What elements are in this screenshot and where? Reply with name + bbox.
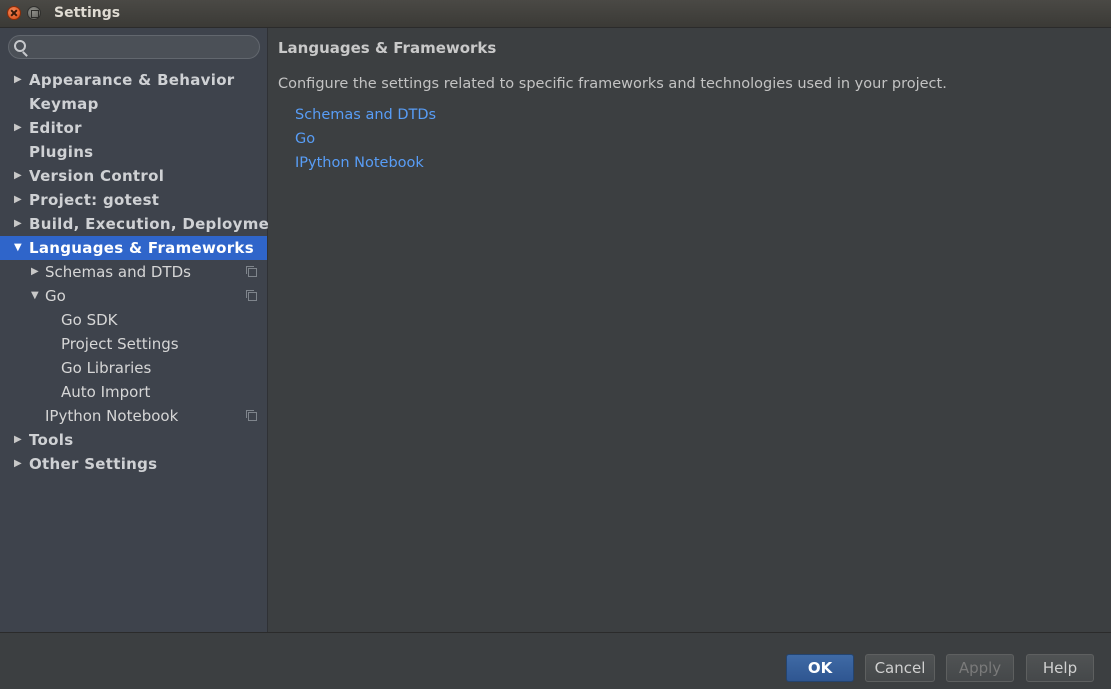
link-go[interactable]: Go xyxy=(295,131,315,147)
chevron-down-icon[interactable]: ▼ xyxy=(14,236,22,260)
sidebar-item-keymap[interactable]: Keymap xyxy=(0,92,267,116)
sidebar-item-go-sdk[interactable]: Go SDK xyxy=(0,308,267,332)
ok-button[interactable]: OK xyxy=(786,654,854,682)
help-button[interactable]: Help xyxy=(1026,654,1094,682)
chevron-right-icon[interactable]: ▶ xyxy=(14,164,22,188)
chevron-right-icon[interactable]: ▶ xyxy=(14,428,22,452)
chevron-right-icon[interactable]: ▶ xyxy=(14,68,22,92)
close-window-button[interactable] xyxy=(7,6,21,20)
settings-sidebar: ▶ Appearance & Behavior Keymap ▶ Editor … xyxy=(0,28,287,632)
sidebar-item-project-settings[interactable]: Project Settings xyxy=(0,332,267,356)
maximize-window-button[interactable] xyxy=(27,6,41,20)
window-title: Settings xyxy=(54,5,121,21)
sidebar-item-plugins[interactable]: Plugins xyxy=(0,140,267,164)
search-field[interactable] xyxy=(8,35,260,59)
sidebar-item-go-libraries[interactable]: Go Libraries xyxy=(0,356,267,380)
sidebar-item-auto-import[interactable]: Auto Import xyxy=(0,380,267,404)
page-title: Languages & Frameworks xyxy=(278,39,497,57)
chevron-down-icon[interactable]: ▼ xyxy=(31,284,39,308)
chevron-right-icon[interactable]: ▶ xyxy=(31,260,39,284)
chevron-right-icon[interactable]: ▶ xyxy=(14,188,22,212)
link-ipython-notebook[interactable]: IPython Notebook xyxy=(295,155,424,171)
cancel-button[interactable]: Cancel xyxy=(865,654,935,682)
dialog-button-bar: OK Cancel Apply Help xyxy=(0,632,1111,689)
project-settings-icon xyxy=(246,410,257,421)
search-icon xyxy=(14,40,26,52)
chevron-right-icon[interactable]: ▶ xyxy=(14,452,22,476)
sidebar-item-version-control[interactable]: ▶ Version Control xyxy=(0,164,267,188)
sidebar-item-languages-frameworks[interactable]: ▼ Languages & Frameworks xyxy=(0,236,267,260)
sidebar-item-build-execution-deployment[interactable]: ▶ Build, Execution, Deployment xyxy=(0,212,287,236)
title-bar: Settings xyxy=(0,0,1111,28)
sidebar-item-tools[interactable]: ▶ Tools xyxy=(0,428,267,452)
sidebar-item-other-settings[interactable]: ▶ Other Settings xyxy=(0,452,267,476)
sidebar-item-schemas-dtds[interactable]: ▶ Schemas and DTDs xyxy=(0,260,267,284)
project-settings-icon xyxy=(246,290,257,301)
sidebar-item-editor[interactable]: ▶ Editor xyxy=(0,116,267,140)
apply-button[interactable]: Apply xyxy=(946,654,1014,682)
sidebar-item-ipython-notebook[interactable]: IPython Notebook xyxy=(0,404,267,428)
sidebar-item-project[interactable]: ▶ Project: gotest xyxy=(0,188,267,212)
sidebar-item-go[interactable]: ▼ Go xyxy=(0,284,267,308)
page-description: Configure the settings related to specif… xyxy=(278,76,947,92)
link-schemas-dtds[interactable]: Schemas and DTDs xyxy=(295,107,436,123)
sidebar-item-appearance-behavior[interactable]: ▶ Appearance & Behavior xyxy=(0,68,267,92)
chevron-right-icon[interactable]: ▶ xyxy=(14,116,22,140)
settings-content: Languages & Frameworks Configure the set… xyxy=(268,28,1111,632)
chevron-right-icon[interactable]: ▶ xyxy=(14,212,22,236)
project-settings-icon xyxy=(246,266,257,277)
